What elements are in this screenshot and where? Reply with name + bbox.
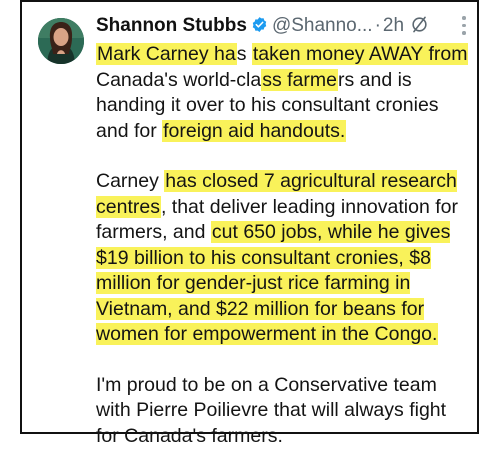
grok-icon[interactable] [410,15,429,34]
author-name[interactable]: Shannon Stubbs [96,15,247,36]
separator: · [374,15,381,36]
post-timestamp[interactable]: 2h [383,15,404,36]
verified-badge-icon [251,14,268,32]
author-handle[interactable]: @Shanno... [272,15,373,36]
text-segment: I'm proud to be on a Conservative team w… [96,373,447,447]
avatar[interactable] [38,18,84,64]
post-paragraph: Carney has closed 7 agricultural researc… [96,169,471,348]
text-segment: Canada's world-cla [96,68,262,91]
post-paragraph: I'm proud to be on a Conservative team w… [96,373,471,450]
more-options-icon[interactable] [461,16,467,38]
post-card: Shannon Stubbs @Shanno... · 2h Mark Carney … [20,0,479,447]
text-segment: Carney [96,170,165,192]
highlighted-text: taken money AWAY from [251,43,469,65]
highlighted-text: foreign aid handouts. [162,119,347,142]
post-paragraph: Mark Carney has taken money AWAY from Ca… [96,42,471,144]
text-segment: s [236,43,252,65]
post-text: Mark Carney has taken money AWAY from Ca… [96,42,471,474]
highlighted-text: ss farme [261,68,338,91]
post-header: Shannon Stubbs @Shanno... · 2h [96,12,466,40]
highlighted-text: Mark Carney ha [96,43,237,65]
